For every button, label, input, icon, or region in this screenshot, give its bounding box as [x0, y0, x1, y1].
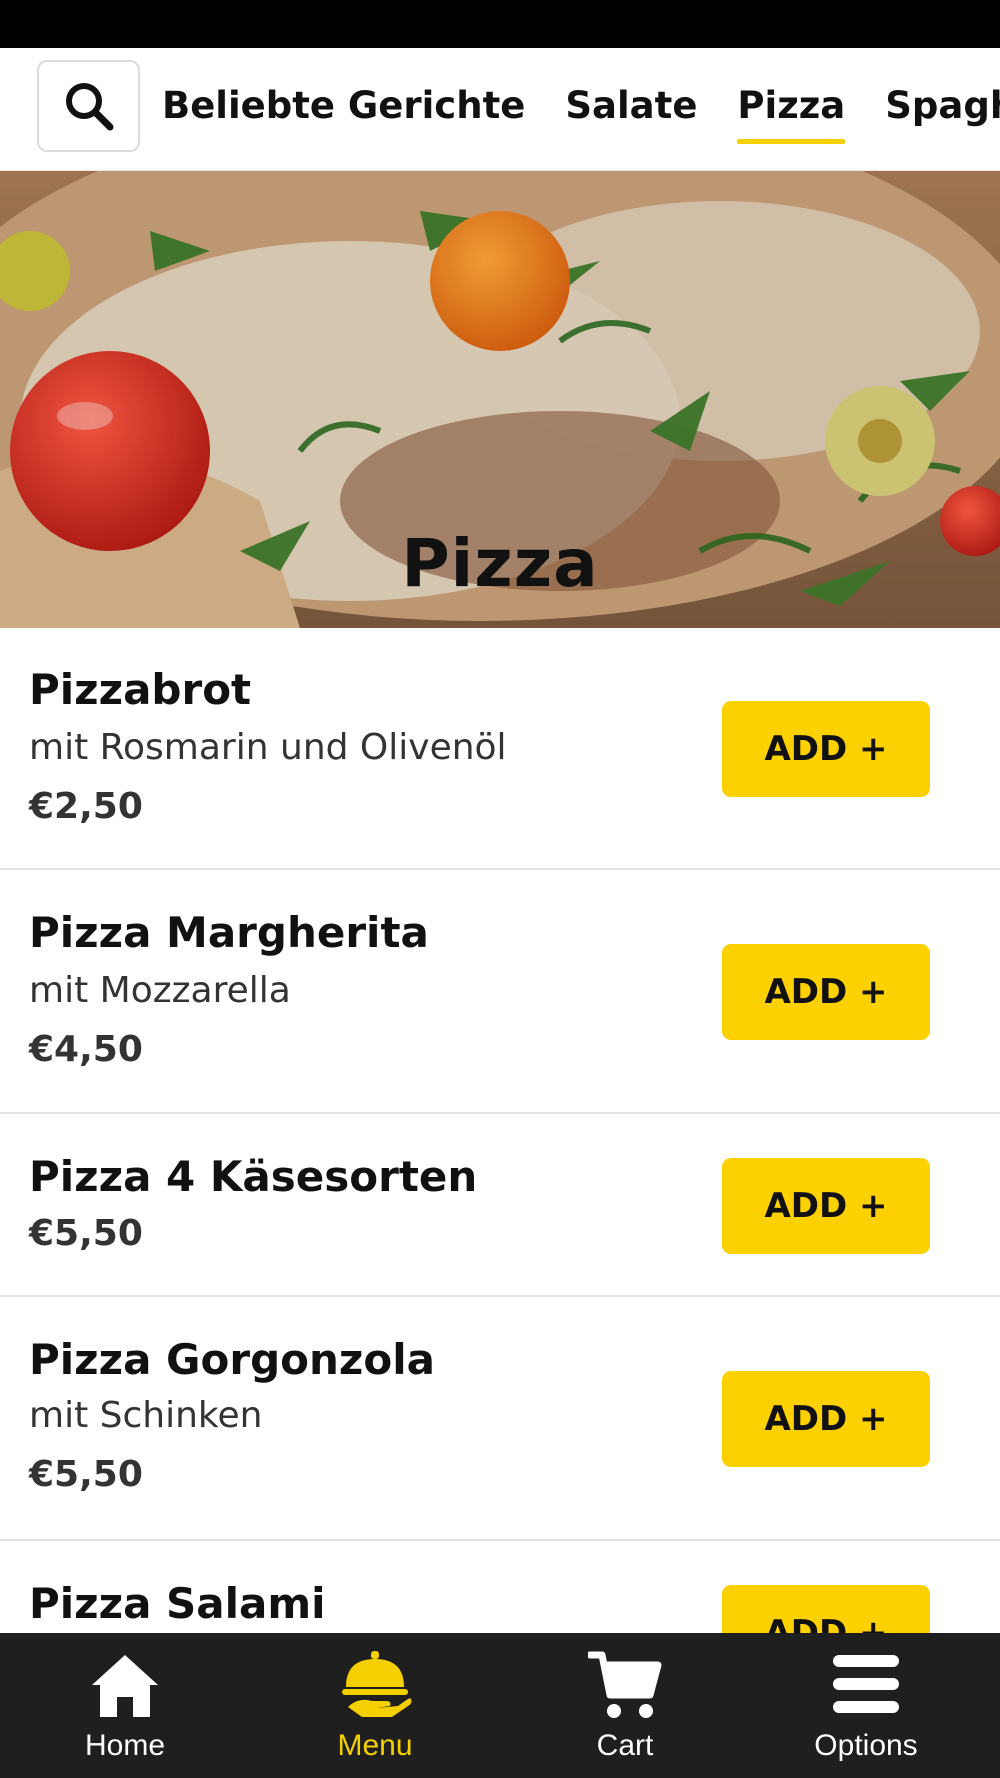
category-nav: Beliebte Gerichte Salate Pizza Spaghetti [0, 48, 1000, 172]
item-name: Pizza Margherita [29, 908, 429, 957]
item-name: Pizza Gorgonzola [29, 1335, 435, 1384]
item-name: Pizza Salami [29, 1579, 326, 1628]
item-price: €4,50 [29, 1029, 143, 1070]
nav-home-label: Home [84, 1729, 166, 1762]
menu-item[interactable]: Pizzabrot mit Rosmarin und Olivenöl €2,5… [0, 629, 1000, 870]
tab-beliebte-gerichte[interactable]: Beliebte Gerichte [162, 48, 525, 170]
add-button[interactable]: ADD + [722, 944, 930, 1040]
nav-cart[interactable]: Cart [500, 1633, 750, 1778]
cart-icon [588, 1651, 662, 1718]
nav-home[interactable]: Home [0, 1633, 250, 1778]
category-tabs: Beliebte Gerichte Salate Pizza Spaghetti [162, 48, 1000, 170]
add-button[interactable]: ADD + [722, 1371, 930, 1467]
category-hero: Pizza [0, 171, 1000, 628]
tab-pizza[interactable]: Pizza [737, 48, 845, 170]
nav-menu-label: Menu [337, 1729, 413, 1762]
hero-title: Pizza [401, 525, 599, 602]
item-price: €2,50 [29, 786, 143, 827]
menu-item[interactable]: Pizza Gorgonzola mit Schinken €5,50 ADD … [0, 1297, 1000, 1541]
item-description: mit Mozzarella [29, 970, 291, 1011]
tab-spaghetti[interactable]: Spaghetti [885, 48, 1000, 170]
menu-list: Pizzabrot mit Rosmarin und Olivenöl €2,5… [0, 629, 1000, 1691]
nav-menu[interactable]: Menu [250, 1633, 500, 1778]
nav-options-label: Options [814, 1729, 918, 1762]
add-button[interactable]: ADD + [722, 1158, 930, 1254]
menu-item[interactable]: Pizza 4 Käsesorten €5,50 ADD + [0, 1114, 1000, 1297]
hamburger-menu-icon [833, 1655, 899, 1713]
search-button[interactable] [37, 60, 140, 152]
status-bar [0, 0, 1000, 48]
item-name: Pizzabrot [29, 665, 252, 714]
item-name: Pizza 4 Käsesorten [29, 1152, 478, 1201]
search-icon [65, 83, 113, 131]
menu-item[interactable]: Pizza Margherita mit Mozzarella €4,50 AD… [0, 870, 1000, 1114]
tab-salate[interactable]: Salate [565, 48, 697, 170]
nav-cart-label: Cart [596, 1729, 654, 1762]
item-description: mit Schinken [29, 1395, 263, 1436]
bottom-nav: Home Menu Cart Options [0, 1633, 1000, 1778]
item-price: €5,50 [29, 1213, 143, 1254]
nav-options[interactable]: Options [741, 1633, 991, 1778]
serving-cloche-icon [342, 1651, 412, 1717]
add-button[interactable]: ADD + [722, 701, 930, 797]
item-price: €5,50 [29, 1454, 143, 1495]
home-icon [92, 1655, 158, 1717]
item-description: mit Rosmarin und Olivenöl [29, 727, 507, 768]
